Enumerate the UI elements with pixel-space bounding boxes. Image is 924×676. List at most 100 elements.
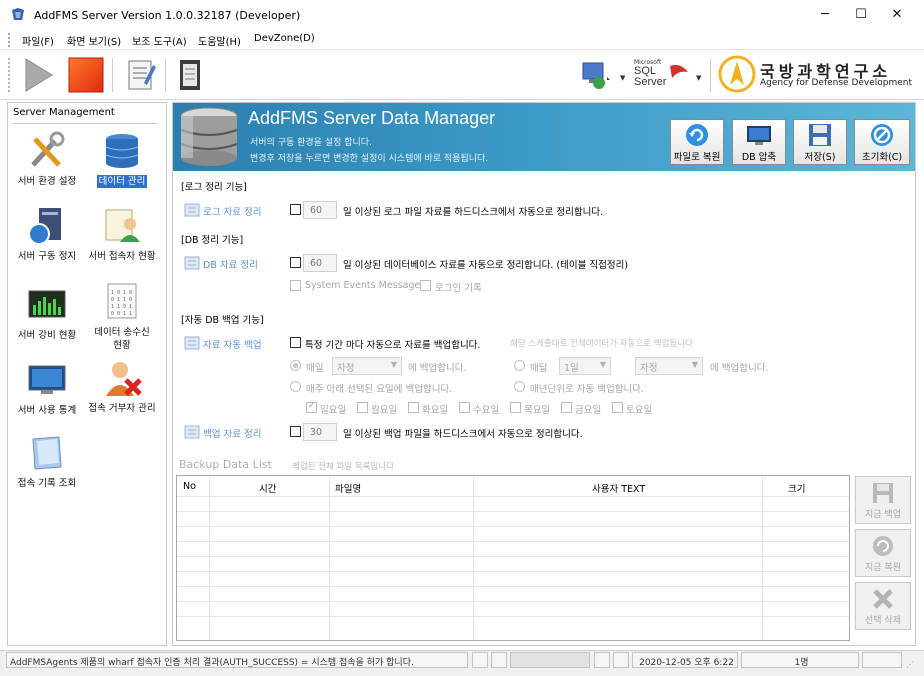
backup-cleanup-checkbox[interactable] [290,426,301,437]
weekday-label: 수요일 [473,405,500,416]
daily-suffix: 에 백업합니다. [408,363,467,374]
grid-line [177,526,849,527]
auto-backup-hint: 해당 스케줄대로 전체데이터가 자동으로 백업됩니다 [510,339,693,349]
sql-server-icon[interactable] [668,62,690,82]
add-logo-icon [718,55,756,93]
svg-text:0 1 1 0: 0 1 1 0 [111,297,132,303]
network-monitor-icon[interactable] [577,55,617,95]
auto-backup-checkbox[interactable] [290,337,301,348]
auto-backup-link[interactable]: 자료 자동 백업 [203,337,261,351]
monthly-day-select[interactable]: 1일 ▼ [559,357,611,375]
database-icon [180,107,238,166]
app-icon [12,8,24,20]
weekday-tue-checkbox[interactable] [408,402,419,413]
sidebar-item-server-equipment[interactable]: 서버 강비 현황 [9,285,85,342]
log-cleanup-link[interactable]: 로그 자료 정리 [203,204,261,218]
db-cleanup-checkbox[interactable] [290,257,301,268]
daily-time-select[interactable]: 자정 ▼ [332,357,402,375]
sidebar-item-server-settings[interactable]: 서버 환경 설정 [9,131,85,188]
column-header-size[interactable]: 크기 [788,476,805,496]
status-cell [613,652,629,668]
sidebar-item-deny-list[interactable]: 접속 거부자 관리 [84,358,160,415]
sidebar-item-usage-stats[interactable]: 서버 사용 통계 [9,360,85,417]
delete-selected-button[interactable]: 선택 삭제 [855,582,911,630]
server-power-icon [28,208,61,245]
menu-view[interactable]: 화면 보기(S) [67,33,121,48]
log-book-icon [32,436,62,470]
backup-now-button[interactable]: 지금 백업 [855,476,911,524]
sidebar-item-server-power[interactable]: 서버 구동 정지 [9,206,85,263]
button-label: DB 압축 [741,152,777,163]
db-compress-button[interactable]: DB 압축 [732,119,786,165]
window-title: AddFMS Server Version 1.0.0.32187 (Devel… [34,9,301,22]
chevron-down-icon: ▼ [390,360,397,369]
tools-icon [31,131,65,167]
dropdown-arrow-icon[interactable]: ▼ [620,74,625,82]
weekly-radio[interactable] [290,381,301,392]
menu-devzone[interactable]: DevZone(D) [254,33,315,44]
sidebar-item-data-transfer[interactable]: 1 0 1 00 1 1 01 1 0 10 0 1 1 데이터 송수신 현황 [84,282,160,352]
monthly-label: 매달 [530,363,548,374]
weekly-label: 매주 아래 선택된 요일에 백업합니다. [306,384,453,395]
db-cleanup-link[interactable]: DB 자료 정리 [203,257,258,271]
backup-cleanup-link[interactable]: 백업 자료 정리 [203,426,261,440]
sidebar-item-data-management[interactable]: 데이터 관리 [84,131,160,188]
weekday-wed-checkbox[interactable] [459,402,470,413]
weekday-fri-checkbox[interactable] [561,402,572,413]
menu-file[interactable]: 파일(F) [22,33,54,48]
maximize-button[interactable]: ☐ [842,0,880,30]
daily-radio[interactable] [290,360,301,371]
weekday-mon-checkbox[interactable] [357,402,368,413]
log-days-input[interactable]: 60 [303,201,337,219]
list-icon [184,336,200,350]
status-progress [510,652,590,668]
grid-line [177,556,849,557]
login-record-checkbox[interactable] [420,280,431,291]
notepad-icon[interactable] [120,55,160,95]
column-header-time[interactable]: 시간 [259,476,276,496]
reset-button[interactable]: 초기화(C) [854,119,910,165]
backup-days-input[interactable]: 30 [303,423,337,441]
menu-tools[interactable]: 보조 도구(A) [132,33,187,48]
close-button[interactable]: ✕ [878,0,916,30]
monthly-radio[interactable] [514,360,525,371]
sidebar-item-label: 접속 거부자 관리 [88,403,156,414]
banner-subtitle: 서버의 구동 환경을 설정 합니다. [250,138,372,148]
floppy-icon [873,483,893,503]
db-days-input[interactable]: 60 [303,254,337,272]
play-icon[interactable] [18,55,58,95]
save-button[interactable]: 저장(S) [793,119,847,165]
monthly-time-select[interactable]: 자정 ▼ [635,357,703,375]
system-events-checkbox[interactable] [290,280,301,291]
weekday-sun-checkbox[interactable] [306,402,317,413]
log-cleanup-checkbox[interactable] [290,204,301,215]
button-label: 지금 백업 [865,510,901,520]
menu-help[interactable]: 도움말(H) [198,33,241,48]
sidebar-item-access-log[interactable]: 접속 기록 조회 [9,433,85,490]
login-record-label: 로그인 기록 [435,283,482,294]
column-header-user-text[interactable]: 사용자 TEXT [592,476,645,496]
grid-line [177,511,849,512]
auto-backup-description: 특정 기간 마다 자동으로 자료를 백업합니다. [305,340,481,351]
resize-grip-icon[interactable]: ⋰ [906,660,914,669]
user-deny-icon [106,362,142,396]
document-icon[interactable] [170,55,210,95]
dropdown-arrow-icon[interactable]: ▼ [696,74,701,82]
column-header-filename[interactable]: 파일명 [335,476,361,496]
system-events-label: System Events Message [305,280,421,291]
column-header-no[interactable]: No [183,476,196,496]
minimize-button[interactable]: ─ [806,0,844,30]
weekday-thu-checkbox[interactable] [510,402,521,413]
org-name-en: Agency for Defense Development [760,78,913,88]
svg-text:1 0 1 0: 1 0 1 0 [111,290,132,296]
restore-from-file-button[interactable]: 파일로 복원 [670,119,724,165]
stop-icon[interactable] [66,55,106,95]
grid-line [177,571,849,572]
weekday-sat-checkbox[interactable] [612,402,623,413]
yearly-radio[interactable] [514,381,525,392]
monitor-chart-icon [28,365,66,394]
floppy-icon [809,124,831,146]
toolbar-separator [165,58,166,92]
restore-now-button[interactable]: 지금 복원 [855,529,911,577]
sidebar-item-connected-users[interactable]: 서버 접속자 현황 [84,206,160,263]
